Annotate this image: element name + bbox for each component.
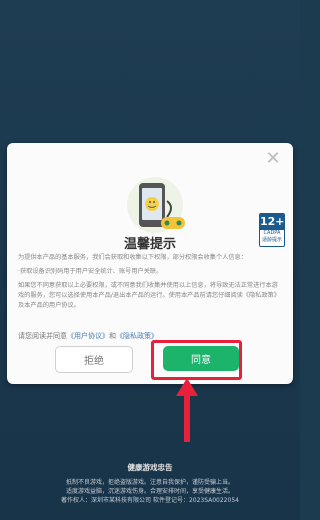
body-paragraph: 如果您不同意获取以上必要权限，或不同意我们收集并使用以上信息，将导致无法正常进行… [18, 282, 280, 309]
body-paragraph: ·获取设备识别码用于用户安全统计、账号用户关联。 [18, 268, 163, 275]
copyright-line: 著作权人：深圳市某科技有限公司 软件登记号：2023SA0022054 [61, 497, 239, 504]
policy-links: 请您阅读并同意《用户协议》和《隐私政策》 [18, 331, 158, 341]
links-prefix: 请您阅读并同意 [18, 332, 67, 340]
phone-illustration [127, 177, 185, 233]
health-advice-line: 适度游戏益脑，沉迷游戏伤身。合理安排时间，享受健康生活。 [65, 488, 234, 495]
dialog-body: 为提供本产品的基本服务，我们会获取和收集以下权限，部分权限会收集个人信息： ·获… [18, 253, 282, 315]
health-advice-line: 抵制不良游戏，拒绝盗版游戏。注意自我保护，谨防受骗上当。 [65, 479, 234, 486]
health-advice: 健康游戏忠告 抵制不良游戏，拒绝盗版游戏。注意自我保护，谨防受骗上当。 适度游戏… [0, 462, 300, 505]
consent-dialog: ✕ 12+ CADPA 适龄提示 温馨提示 为提供本产品的基本服务，我们会获取和… [7, 143, 293, 384]
privacy-policy-link[interactable]: 《隐私政策》 [116, 332, 158, 340]
red-arrow-icon [176, 378, 198, 442]
age-rating-number: 12+ [260, 214, 285, 230]
user-agreement-link[interactable]: 《用户协议》 [67, 332, 109, 340]
links-and: 和 [109, 332, 116, 340]
refuse-button[interactable]: 拒绝 [55, 346, 133, 373]
agree-highlight-box [151, 340, 242, 380]
health-advice-title: 健康游戏忠告 [127, 463, 173, 472]
body-paragraph: 为提供本产品的基本服务，我们会获取和收集以下权限，部分权限会收集个人信息： [18, 254, 247, 261]
close-icon[interactable]: ✕ [263, 149, 283, 169]
dialog-title: 温馨提示 [123, 237, 176, 252]
